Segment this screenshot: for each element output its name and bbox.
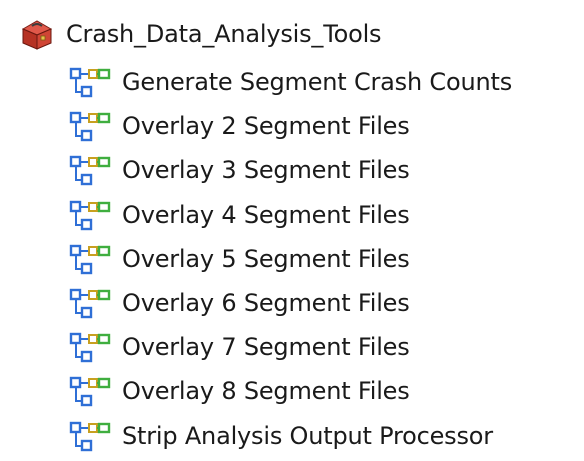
model-tool-icon (64, 107, 116, 145)
toolbox-icon (12, 16, 62, 52)
tool-item[interactable]: Overlay 2 Segment Files (64, 104, 410, 148)
tool-item[interactable]: Overlay 8 Segment Files (64, 369, 410, 413)
model-tool-icon (64, 328, 116, 366)
tool-label: Overlay 6 Segment Files (122, 289, 410, 317)
tool-label: Overlay 8 Segment Files (122, 377, 410, 406)
tool-item[interactable]: Overlay 6 Segment Files (64, 281, 410, 325)
tool-item[interactable]: Overlay 4 Segment Files (64, 193, 410, 237)
toolbox-tree: Crash_Data_Analysis_Tools Generate Segme… (0, 0, 584, 461)
model-tool-icon (64, 63, 116, 101)
tool-label: Strip Analysis Output Processor (122, 421, 493, 450)
model-tool-icon (64, 284, 116, 322)
tool-label: Overlay 7 Segment Files (122, 333, 410, 362)
tool-item[interactable]: Generate Segment Crash Counts (64, 60, 512, 104)
tool-label: Overlay 4 Segment Files (122, 200, 410, 229)
tool-label: Overlay 3 Segment Files (122, 156, 410, 185)
tool-label: Generate Segment Crash Counts (122, 68, 513, 96)
tool-item[interactable]: Overlay 5 Segment Files (64, 237, 410, 281)
model-tool-icon (64, 417, 116, 455)
tool-item[interactable]: Overlay 7 Segment Files (64, 325, 410, 369)
tool-label: Overlay 2 Segment Files (122, 112, 410, 141)
toolbox-crash-data-analysis-tools[interactable]: Crash_Data_Analysis_Tools (12, 16, 382, 52)
tool-item[interactable]: Strip Analysis Output Processor (64, 414, 493, 458)
model-tool-icon (64, 240, 116, 278)
model-tool-icon (64, 151, 116, 189)
toolbox-label: Crash_Data_Analysis_Tools (66, 20, 382, 48)
model-tool-icon (64, 372, 116, 410)
tool-label: Overlay 5 Segment Files (122, 244, 410, 273)
model-tool-icon (64, 196, 116, 234)
tool-item[interactable]: Overlay 3 Segment Files (64, 148, 410, 192)
